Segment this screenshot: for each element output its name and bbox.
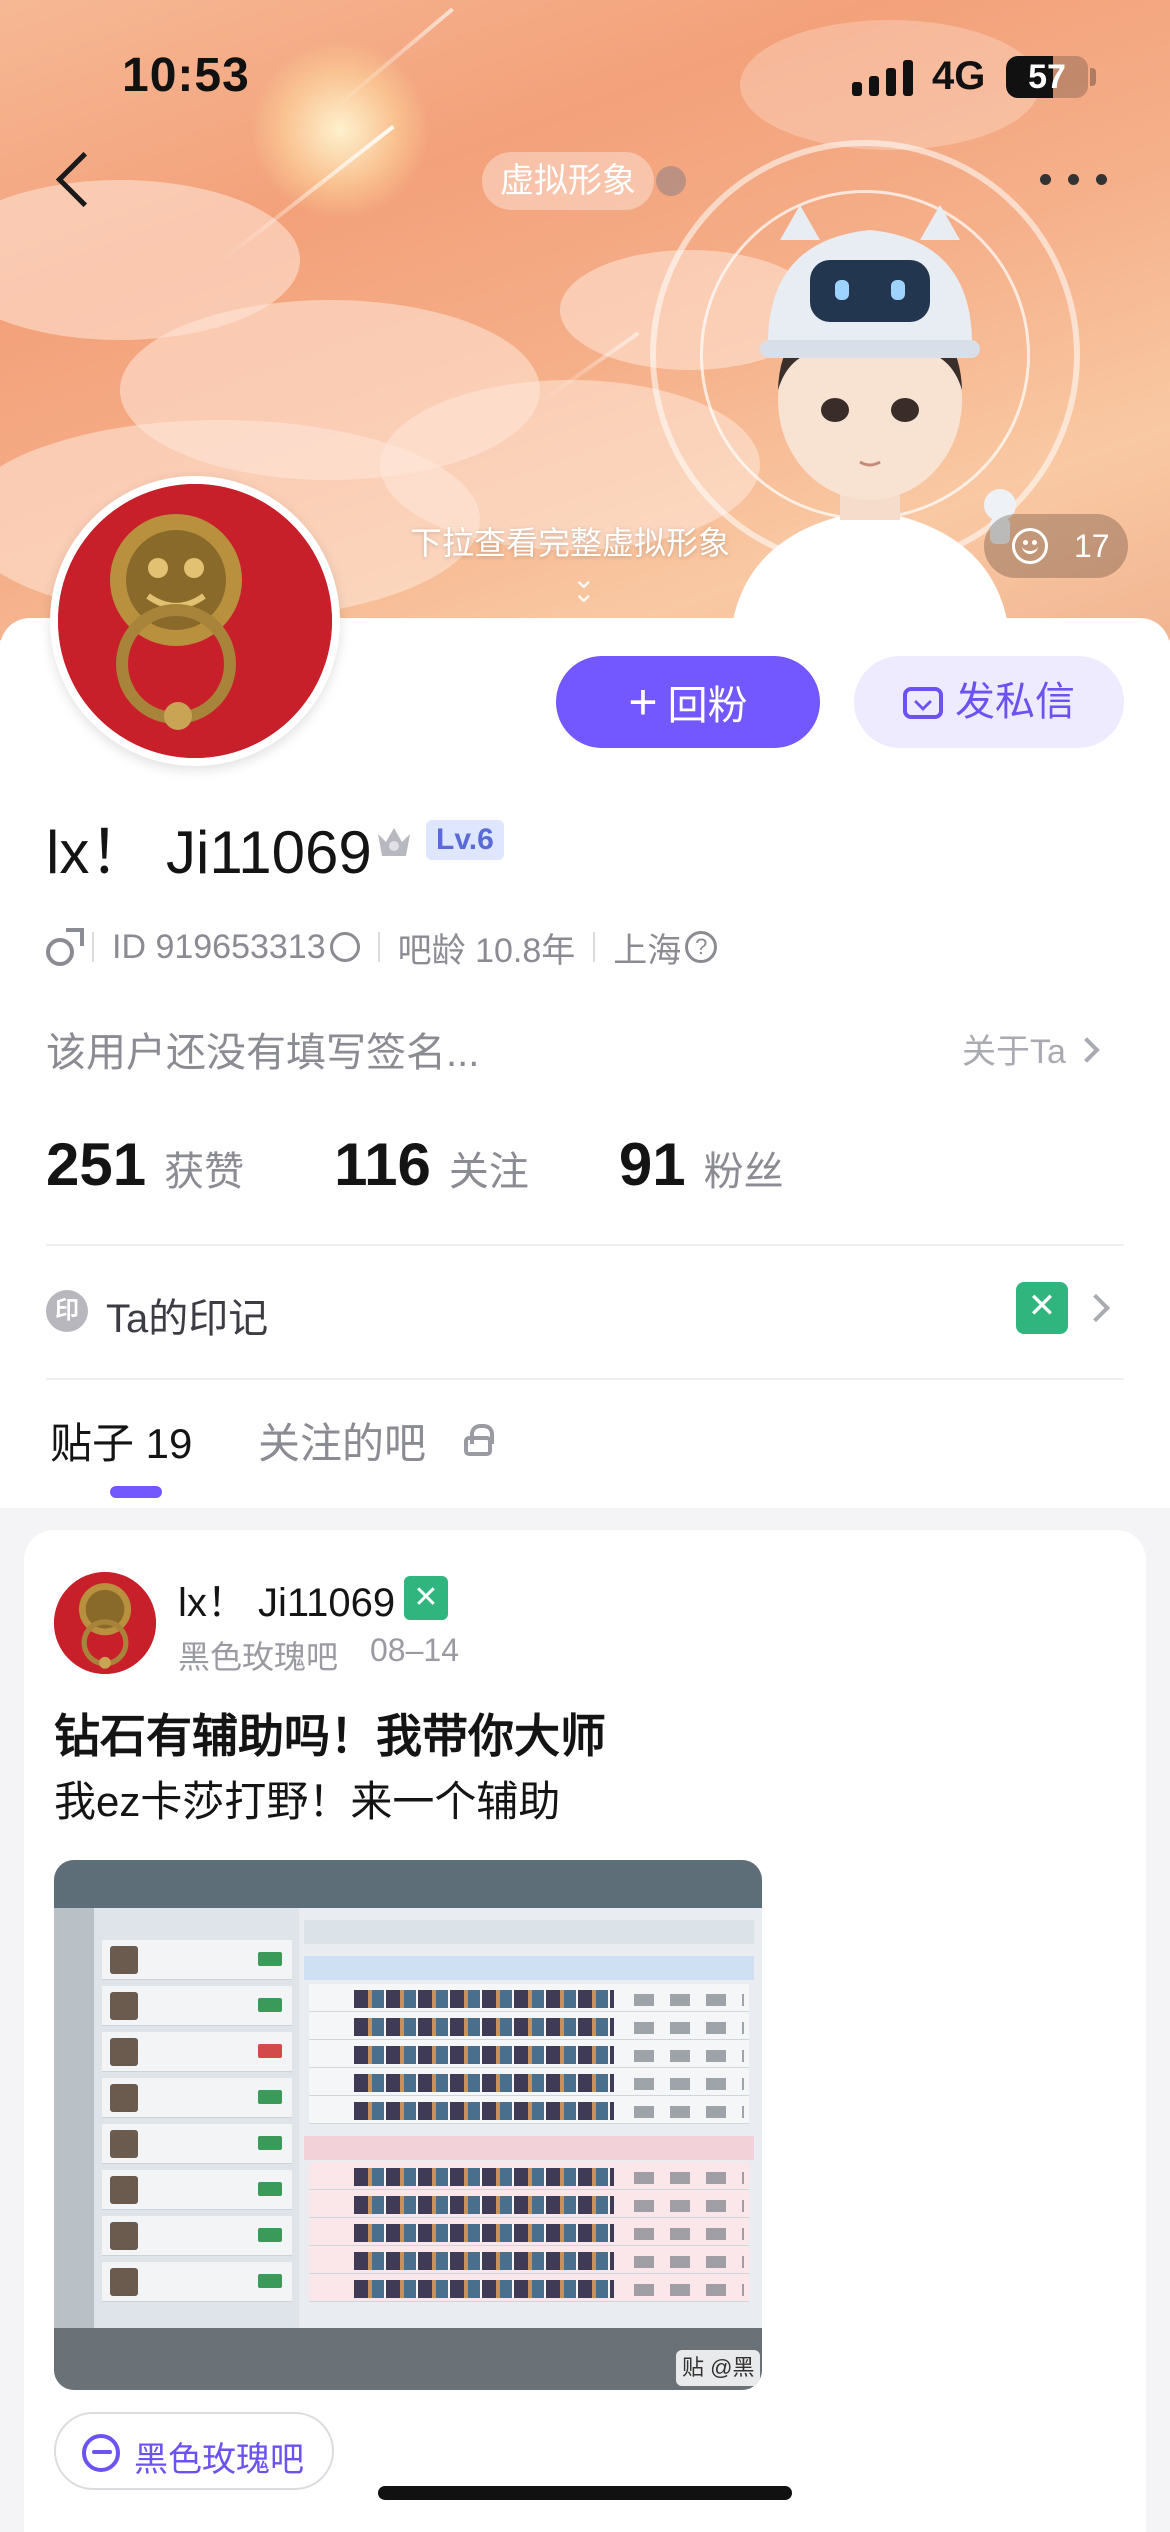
active-tab-indicator [110,1486,162,1498]
stat-label: 获赞 [164,1150,245,1194]
door-knocker-image [54,1572,156,1674]
mark-label: Ta的印记 [106,1297,269,1341]
chevron-right-icon [1074,1037,1100,1063]
post-date: 08–14 [370,1632,459,1668]
battery-icon: 57 [1006,56,1088,98]
stat-followers[interactable]: 91 粉丝 [619,1130,784,1199]
pull-down-hint: 下拉查看完整虚拟形象 [410,525,731,561]
help-icon[interactable]: ? [685,931,718,963]
avatar[interactable] [50,476,340,766]
virtual-avatar-character [730,205,1016,640]
profile-stats: 251 获赞 116 关注 91 粉丝 [46,1130,874,1210]
plus-icon: + [628,674,658,730]
back-icon[interactable] [54,150,94,210]
profile-tabs: 贴子 19 关注的吧 [0,1382,1170,1506]
profile-meta: ID 919653313 吧龄 10.8年 上海 ? [46,922,718,972]
author-badge-icon: ✕ [404,1576,448,1620]
toggle-dot-icon[interactable] [656,166,686,196]
about-label: 关于Ta [962,1033,1066,1071]
tab-posts[interactable]: 贴子 19 [50,1410,192,1471]
chevron-right-icon [1081,1293,1111,1323]
bio-text: 该用户还没有填写签名... [46,1031,480,1075]
post-author-name[interactable]: lx！ Ji11069 [178,1570,395,1628]
stat-value: 91 [618,1131,686,1198]
post-body[interactable]: 我ez卡莎打野！来一个辅助 [54,1768,560,1829]
network-type: 4G [932,54,986,98]
mail-icon [903,687,943,719]
stat-value: 251 [46,1131,147,1198]
post-author-avatar[interactable] [54,1572,156,1674]
send-message-button[interactable]: 发私信 [854,656,1124,748]
virtual-avatar-chip[interactable]: 虚拟形象 [482,152,654,210]
send-message-label: 发私信 [955,680,1075,724]
forum-tag[interactable]: 黑色玫瑰吧 [54,2412,334,2490]
user-id: ID 919653313 [112,927,326,966]
location: 上海 [613,931,682,970]
lock-icon [464,1424,494,1456]
cellular-signal-icon [852,60,914,96]
image-watermark: 贴 @黑 [676,2350,761,2386]
door-knocker-image [58,484,332,758]
status-bar: 10:53 4G 57 [0,0,1170,150]
more-icon[interactable] [1040,170,1110,190]
level-badge[interactable]: Lv.6 [426,820,504,860]
copy-icon[interactable] [329,932,360,962]
bar-age: 吧龄 10.8年 [397,931,576,970]
home-indicator[interactable] [378,2486,792,2500]
stat-label: 关注 [448,1150,529,1194]
forum-icon [82,2434,120,2472]
seal-icon: 印 [46,1290,88,1332]
stat-likes[interactable]: 251 获赞 [46,1130,244,1199]
divider [46,1244,1124,1246]
stat-label: 粉丝 [703,1150,784,1194]
status-time: 10:53 [122,49,250,102]
chevron-down-icon: ⌄ ⌄ [572,563,596,608]
tab-followed-bars[interactable]: 关注的吧 [258,1410,426,1471]
male-icon [46,928,84,966]
divider [46,1378,1124,1380]
post-title[interactable]: 钻石有辅助吗！我带你大师 [54,1700,606,1766]
avatar-like-count: 17 [1074,528,1110,564]
stat-value: 116 [334,1131,431,1198]
post-card[interactable]: lx！ Ji11069 ✕ 黑色玫瑰吧 08–14 钻石有辅助吗！我带你大师 我… [24,1530,1146,2532]
rank-crown-icon [378,828,410,856]
about-link[interactable]: 关于Ta [962,1024,1100,1073]
battery-level: 57 [1028,58,1066,96]
post-forum-name[interactable]: 黑色玫瑰吧 [178,1632,338,1678]
post-image[interactable]: 贴 @黑 [54,1860,762,2390]
mark-row[interactable]: 印 Ta的印记 [46,1282,1124,1342]
follow-back-label: 回粉 [667,684,748,728]
avatar-like-button[interactable]: 17 [984,514,1128,578]
profile-username: lx！ Ji11069 [46,819,372,886]
follow-back-button[interactable]: + 回粉 [556,656,820,748]
stat-following[interactable]: 116 关注 [334,1130,529,1199]
mark-badge-icon [1016,1282,1068,1334]
forum-tag-label: 黑色玫瑰吧 [134,2441,304,2479]
